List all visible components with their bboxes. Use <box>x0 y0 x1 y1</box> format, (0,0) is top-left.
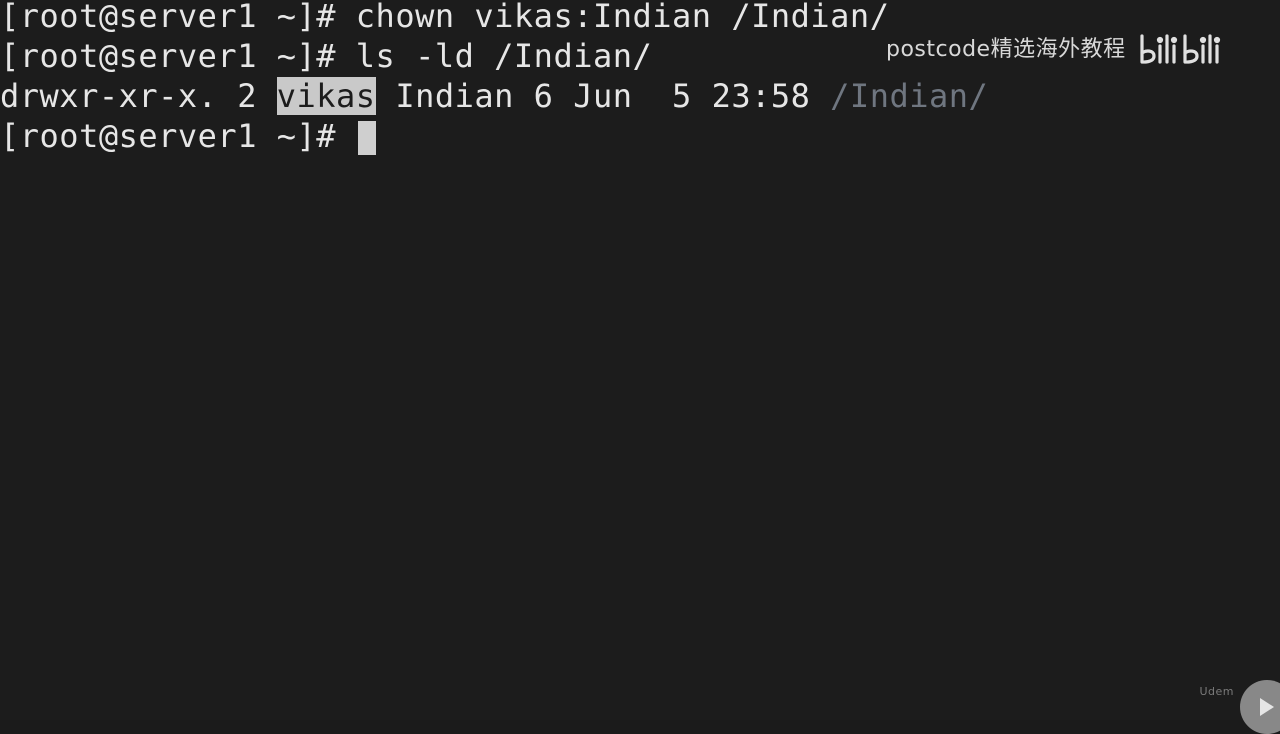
bilibili-logo-icon <box>1139 34 1220 64</box>
command-text: chown vikas:Indian /Indian/ <box>336 0 890 35</box>
directory-path: /Indian/ <box>830 77 989 115</box>
watermark-text: postcode精选海外教程 <box>886 37 1126 62</box>
command-text: ls -ld /Indian/ <box>336 37 653 75</box>
play-icon[interactable] <box>1260 698 1274 716</box>
shell-prompt: [root@server1 ~]# <box>0 0 337 35</box>
shell-prompt: [root@server1 ~]# <box>0 117 337 155</box>
terminal-line-prompt[interactable]: [root@server1 ~]# <box>0 116 376 156</box>
watermark: postcode精选海外教程 <box>886 30 1232 70</box>
text-cursor <box>357 121 376 155</box>
corner-text: Udem <box>1199 685 1234 698</box>
terminal-window[interactable]: [root@server1 ~]# chown vikas:Indian /In… <box>0 0 1280 734</box>
shell-prompt: [root@server1 ~]# <box>0 37 337 75</box>
group-size-date-text: Indian 6 Jun 5 23:58 <box>375 77 831 115</box>
owner-highlight: vikas <box>276 77 376 115</box>
command-input[interactable] <box>336 117 356 155</box>
terminal-line-ls: [root@server1 ~]# ls -ld /Indian/ <box>0 36 652 76</box>
permissions-text: drwxr-xr-x. 2 <box>0 77 277 115</box>
terminal-line-output: drwxr-xr-x. 2 vikas Indian 6 Jun 5 23:58… <box>0 76 988 116</box>
terminal-line-chown: [root@server1 ~]# chown vikas:Indian /In… <box>0 0 889 36</box>
